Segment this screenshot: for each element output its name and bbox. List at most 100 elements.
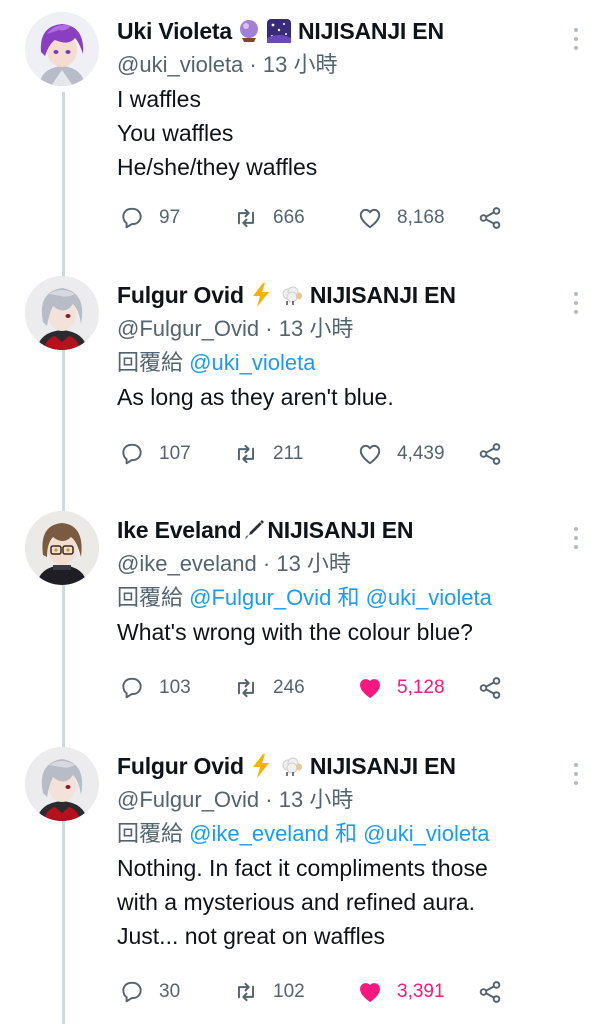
lightning-icon xyxy=(248,282,274,308)
more-options-icon[interactable] xyxy=(572,28,580,50)
timestamp[interactable]: · 13 小時 xyxy=(249,52,337,77)
mention-link[interactable]: @uki_violeta xyxy=(189,350,315,375)
meta-row: @Fulgur_Ovid · 13 小時 xyxy=(117,783,567,817)
like-count: 8,168 xyxy=(397,207,445,228)
handle[interactable]: @Fulgur_Ovid xyxy=(117,316,259,341)
author-row: Uki Violeta NIJISANJI EN xyxy=(117,14,567,48)
retweet-count: 666 xyxy=(273,207,305,228)
mention-link[interactable]: @uki_violeta xyxy=(366,585,492,610)
tweet-text-line: Just... not great on waffles xyxy=(117,923,386,949)
tweet-text-line: You waffles xyxy=(117,120,234,146)
reply-icon xyxy=(122,207,142,229)
retweet-button[interactable]: 102 xyxy=(233,979,305,1005)
share-icon xyxy=(479,981,501,1003)
share-button[interactable] xyxy=(477,205,517,231)
lightning-icon xyxy=(248,753,274,779)
more-options-icon[interactable] xyxy=(572,763,580,785)
like-count: 3,391 xyxy=(397,981,445,1002)
meta-row: @Fulgur_Ovid · 13 小時 xyxy=(117,312,567,346)
share-button[interactable] xyxy=(477,441,517,467)
display-name[interactable]: Ike Eveland xyxy=(117,517,242,544)
reply-button[interactable]: 30 xyxy=(119,979,180,1005)
mention-conjunction: 和 xyxy=(335,821,358,846)
more-options-icon[interactable] xyxy=(572,527,580,549)
like-button[interactable]: 4,439 xyxy=(357,441,445,467)
tweet-text-line: What's wrong with the colour blue? xyxy=(117,619,473,645)
reply-button[interactable]: 97 xyxy=(119,205,180,231)
tweet-text-line: Nothing. In fact it compliments those xyxy=(117,855,488,881)
avatar[interactable] xyxy=(25,747,99,821)
reply-context: 回覆給 @uki_violeta xyxy=(117,346,567,380)
reply-icon xyxy=(122,443,142,465)
reply-count: 30 xyxy=(159,981,181,1002)
tweet-text-line: He/she/they waffles xyxy=(117,154,318,180)
action-bar: 97 666 8,168 xyxy=(117,201,517,235)
reply-context: 回覆給 @ike_eveland 和 @uki_violeta xyxy=(117,817,567,851)
retweet-count: 102 xyxy=(273,981,305,1002)
heart-icon xyxy=(359,444,381,465)
like-button[interactable]: 5,128 xyxy=(357,675,445,701)
retweet-icon xyxy=(237,678,255,698)
tweet-text-line: As long as they aren't blue. xyxy=(117,384,394,410)
mention-link[interactable]: @uki_violeta xyxy=(363,821,489,846)
tweet-text-line: I waffles xyxy=(117,86,201,112)
display-name[interactable]: Uki Violeta xyxy=(117,18,232,45)
reply-prefix: 回覆給 xyxy=(117,821,184,846)
author-row: Fulgur Ovid NIJISANJI EN xyxy=(117,749,567,783)
like-count: 5,128 xyxy=(397,677,445,698)
org-label: NIJISANJI EN xyxy=(297,17,444,44)
reply-context: 回覆給 @Fulgur_Ovid 和 @uki_violeta xyxy=(117,581,567,615)
heart-filled-icon xyxy=(360,679,380,698)
handle[interactable]: @uki_violeta xyxy=(117,52,243,77)
reply-button[interactable]: 103 xyxy=(119,675,191,701)
share-icon xyxy=(479,677,501,699)
retweet-button[interactable]: 246 xyxy=(233,675,305,701)
author-row: Ike Eveland NIJISANJI EN xyxy=(117,513,567,547)
mention-link[interactable]: @ike_eveland xyxy=(189,821,329,846)
action-bar: 103 246 5,128 xyxy=(117,671,517,705)
retweet-button[interactable]: 666 xyxy=(233,205,305,231)
handle[interactable]: @Fulgur_Ovid xyxy=(117,787,259,812)
share-icon xyxy=(479,443,501,465)
avatar[interactable] xyxy=(25,276,99,350)
share-button[interactable] xyxy=(477,979,517,1005)
reply-icon xyxy=(122,981,142,1003)
tweet-text-line: with a mysterious and refined aura. xyxy=(117,889,475,915)
display-name[interactable]: Fulgur Ovid xyxy=(117,753,244,780)
org-label: NIJISANJI EN xyxy=(267,516,414,543)
meta-row: @uki_violeta · 13 小時 xyxy=(117,48,567,82)
like-count: 4,439 xyxy=(397,443,445,464)
more-options-icon[interactable] xyxy=(572,292,580,314)
timestamp[interactable]: · 13 小時 xyxy=(263,551,351,576)
timestamp[interactable]: · 13 小時 xyxy=(265,316,353,341)
heart-icon xyxy=(359,208,381,229)
night-sky-icon xyxy=(266,18,292,44)
reply-count: 103 xyxy=(159,677,191,698)
share-button[interactable] xyxy=(477,675,517,701)
avatar[interactable] xyxy=(25,511,99,585)
reply-prefix: 回覆給 xyxy=(117,585,184,610)
reply-count: 107 xyxy=(159,443,191,464)
crystal-ball-icon xyxy=(236,18,262,44)
fountain-pen-icon xyxy=(241,517,267,543)
meta-row: @ike_eveland · 13 小時 xyxy=(117,547,567,581)
heart-filled-icon xyxy=(360,983,380,1002)
handle[interactable]: @ike_eveland xyxy=(117,551,257,576)
retweet-icon xyxy=(237,208,255,228)
sheep-icon xyxy=(278,753,304,779)
retweet-button[interactable]: 211 xyxy=(233,441,303,467)
action-bar: 107 211 4,439 xyxy=(117,437,517,471)
mention-link[interactable]: @Fulgur_Ovid xyxy=(189,585,331,610)
avatar[interactable] xyxy=(25,12,99,86)
reply-count: 97 xyxy=(159,207,181,228)
reply-icon xyxy=(122,677,142,699)
sheep-icon xyxy=(278,282,304,308)
author-row: Fulgur Ovid NIJISANJI EN xyxy=(117,278,567,312)
reply-button[interactable]: 107 xyxy=(119,441,191,467)
timestamp[interactable]: · 13 小時 xyxy=(265,787,353,812)
like-button[interactable]: 3,391 xyxy=(357,979,445,1005)
like-button[interactable]: 8,168 xyxy=(357,205,445,231)
display-name[interactable]: Fulgur Ovid xyxy=(117,282,244,309)
share-icon xyxy=(479,207,501,229)
retweet-count: 211 xyxy=(273,443,304,464)
